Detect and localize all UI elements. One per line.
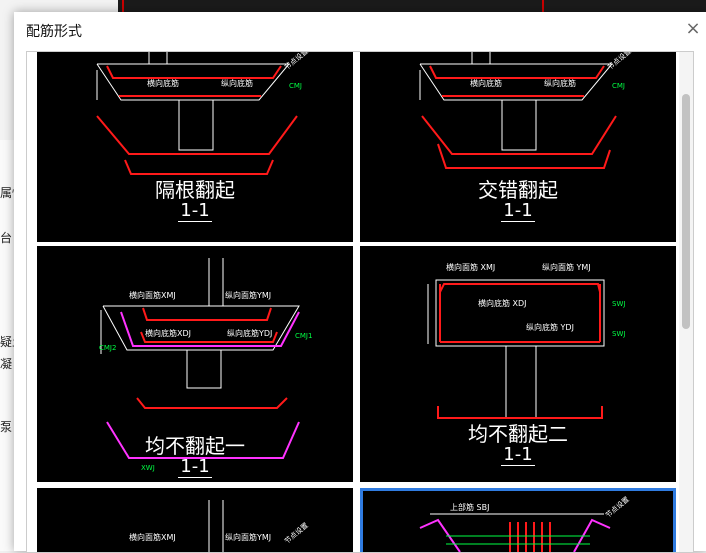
svg-text:纵向面筋 YMJ: 纵向面筋 YMJ — [542, 262, 591, 272]
svg-text:横向底筋: 横向底筋 — [470, 78, 502, 88]
scrollbar-thumb[interactable] — [682, 94, 690, 329]
rebar-form-dialog: 配筋形式 × 横向底筋 纵向底筋 CMJ 节点设置 隔根翻起 1-1 横向底筋 … — [14, 12, 706, 553]
bg-label: 泵 — [0, 420, 13, 434]
svg-text:横向面筋 XMJ: 横向面筋 XMJ — [446, 262, 495, 272]
svg-text:CMJ: CMJ — [612, 82, 625, 90]
svg-text:纵向底筋 YDJ: 纵向底筋 YDJ — [526, 322, 574, 332]
vertical-scrollbar[interactable] — [679, 52, 693, 552]
svg-text:节点设置: 节点设置 — [283, 521, 310, 546]
svg-text:横向底筋: 横向底筋 — [147, 78, 179, 88]
option-tile-1[interactable]: 横向底筋 纵向底筋 CMJ 节点设置 交错翻起 1-1 — [360, 51, 676, 242]
svg-text:上部筋 SBJ: 上部筋 SBJ — [450, 502, 489, 512]
section-label: 1-1 — [178, 200, 212, 222]
tile-4-drawing: 横向面筋XMJ 纵向面筋YMJ 节点设置 — [129, 500, 310, 552]
option-name: 隔根翻起 — [155, 178, 235, 202]
option-tile-2[interactable]: 横向面筋XMJ 纵向面筋YMJ 横向底筋XDJ 纵向底筋YDJ CMJ2 CMJ… — [37, 246, 353, 482]
svg-text:节点设置: 节点设置 — [606, 51, 633, 72]
tile-5-drawing: 上部筋 SBJ 节点设置 — [419, 495, 631, 552]
option-name: 均不翻起一 — [145, 434, 245, 458]
option-name: 交错翻起 — [478, 178, 558, 202]
option-tile-3[interactable]: 横向面筋 XMJ 纵向面筋 YMJ 横向底筋 XDJ 纵向底筋 YDJ SWJ … — [360, 246, 676, 482]
svg-text:SWJ: SWJ — [612, 330, 625, 338]
section-label: 1-1 — [501, 444, 535, 466]
option-tile-0[interactable]: 横向底筋 纵向底筋 CMJ 节点设置 隔根翻起 1-1 — [37, 51, 353, 242]
option-tile-4[interactable]: 横向面筋XMJ 纵向面筋YMJ 节点设置 — [37, 488, 353, 552]
svg-text:纵向面筋YMJ: 纵向面筋YMJ — [225, 290, 271, 300]
svg-text:纵向底筋: 纵向底筋 — [221, 78, 253, 88]
svg-text:横向底筋 XDJ: 横向底筋 XDJ — [478, 298, 527, 308]
svg-text:纵向面筋YMJ: 纵向面筋YMJ — [225, 532, 271, 542]
bg-label: 凝 — [0, 357, 13, 371]
bg-label: 台 — [0, 231, 13, 245]
option-tile-5-selected[interactable]: 上部筋 SBJ 节点设置 — [360, 488, 676, 552]
close-icon[interactable]: × — [683, 19, 703, 39]
svg-text:节点设置: 节点设置 — [283, 51, 310, 72]
section-label: 1-1 — [501, 200, 535, 222]
svg-text:横向底筋XDJ: 横向底筋XDJ — [145, 328, 191, 338]
section-label: 1-1 — [178, 456, 212, 478]
svg-text:CMJ2: CMJ2 — [99, 344, 116, 352]
svg-text:CMJ1: CMJ1 — [295, 332, 312, 340]
svg-text:纵向底筋YDJ: 纵向底筋YDJ — [227, 328, 272, 338]
dialog-title: 配筋形式 — [26, 24, 82, 40]
svg-text:SWJ: SWJ — [612, 300, 625, 308]
svg-text:纵向底筋: 纵向底筋 — [544, 78, 576, 88]
option-grid: 横向底筋 纵向底筋 CMJ 节点设置 隔根翻起 1-1 横向底筋 纵向底筋 CM… — [26, 51, 694, 553]
svg-text:CMJ: CMJ — [289, 82, 302, 90]
svg-text:横向面筋XMJ: 横向面筋XMJ — [129, 532, 176, 542]
svg-text:节点设置: 节点设置 — [604, 495, 631, 520]
background-cad-strip — [118, 0, 706, 12]
svg-text:横向面筋XMJ: 横向面筋XMJ — [129, 290, 176, 300]
option-name: 均不翻起二 — [468, 422, 568, 446]
